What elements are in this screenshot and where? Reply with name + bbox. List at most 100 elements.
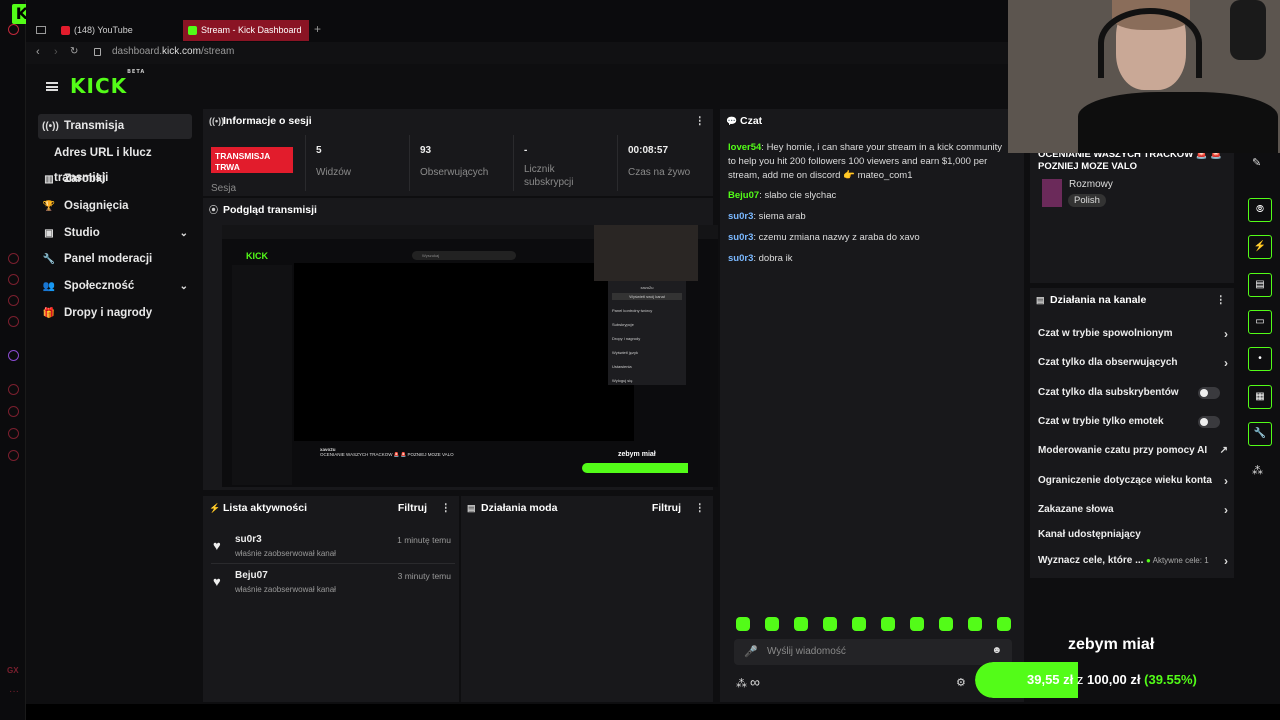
sidebar-item-studio[interactable]: ▣ Studio ⌄: [38, 221, 192, 246]
mail-icon[interactable]: [8, 316, 19, 327]
bolt-icon[interactable]: ⚡: [1248, 235, 1272, 259]
panel-header: ▤ Działania na kanale ⋮: [1030, 288, 1234, 312]
setting-slow-mode[interactable]: Czat w trybie spowolnionym ›: [1038, 323, 1228, 345]
session-label: Sesja: [211, 183, 237, 194]
broadcast-icon: ((•)): [209, 116, 225, 126]
emote-icon[interactable]: [997, 617, 1011, 631]
sidebar-item-osiagniecia[interactable]: 🏆 Osiągnięcia: [38, 194, 192, 219]
hamburger-menu-icon[interactable]: [46, 82, 58, 91]
more-icon[interactable]: ···: [9, 686, 19, 697]
goal-label: zebym miał: [1068, 636, 1155, 653]
settings-icon[interactable]: [8, 450, 19, 461]
more-options-icon[interactable]: ⋮: [1216, 288, 1227, 312]
edit-icon[interactable]: ✎: [1252, 156, 1261, 169]
sidebar-item-dropy[interactable]: 🎁 Dropy i nagrody: [38, 301, 192, 326]
chat-users-icon[interactable]: ⁂: [736, 677, 747, 690]
chat-icon[interactable]: ▭: [1248, 310, 1272, 334]
toggle-switch[interactable]: [1198, 416, 1220, 428]
chevron-right-icon: ›: [1224, 474, 1228, 488]
film-icon: ▣: [44, 228, 54, 239]
channel-actions-panel: ▤ Działania na kanale ⋮ Czat w trybie spow…: [1030, 288, 1234, 578]
more-options-icon[interactable]: ⋮: [695, 496, 706, 520]
toggle-switch[interactable]: [1198, 387, 1220, 399]
back-icon[interactable]: ‹: [36, 46, 40, 58]
stat-viewers: 5 Widzów: [305, 135, 405, 191]
setting-hosting-channel[interactable]: Kanał udostępniający: [1038, 524, 1228, 546]
tab-youtube[interactable]: (148) YouTube: [56, 20, 182, 41]
status-dot: ●: [1146, 556, 1151, 565]
setting-emote-only: Czat w trybie tylko emotek: [1038, 411, 1228, 433]
activity-item: ♥ Beju07 właśnie zaobserwował kanał 3 minut…: [213, 570, 451, 594]
forward-icon[interactable]: ›: [54, 46, 58, 58]
emote-icon[interactable]: [736, 617, 750, 631]
chat-bubble-icon[interactable]: [8, 428, 19, 439]
streamer-shirt: [1078, 92, 1278, 153]
document-icon[interactable]: ▤: [1248, 273, 1272, 297]
url-field[interactable]: dashboard.kick.com/stream: [112, 46, 234, 57]
setting-goals[interactable]: Wyznacz cele, które ... ● Aktywne cele: 1…: [1038, 550, 1228, 572]
setting-account-age[interactable]: Ograniczenie dotyczące wieku konta ›: [1038, 470, 1228, 492]
reload-icon[interactable]: ↻: [70, 46, 78, 57]
broadcast-icon[interactable]: •: [1248, 347, 1272, 371]
users-icon[interactable]: ⁂: [1252, 464, 1263, 477]
panel-header: ⦿ Podgląd transmisji: [203, 198, 713, 222]
setting-followers-only[interactable]: Czat tylko dla obserwujących ›: [1038, 352, 1228, 374]
tool-rail: ✎ ⦾ ⚡ ▤ ▭ • ▦ 🔧 ⁂: [1236, 150, 1280, 490]
opera-icon[interactable]: [8, 24, 19, 35]
stat-live-time: 00:08:57 Czas na żywo: [617, 135, 717, 191]
emote-icon[interactable]: [910, 617, 924, 631]
speed-dial-icon[interactable]: [8, 253, 19, 264]
streamer-headphones: [1098, 8, 1202, 78]
clip-icon[interactable]: ⦾: [1248, 198, 1272, 222]
filter-button[interactable]: Filtruj: [398, 496, 427, 520]
new-tab-button[interactable]: +: [314, 22, 321, 36]
stat-subs: - Licznik subskrypcji: [513, 135, 613, 191]
kick-logo[interactable]: KICKBETA: [70, 69, 145, 98]
more-options-icon[interactable]: ⋮: [441, 496, 452, 520]
gx-icon[interactable]: GX: [7, 666, 19, 675]
category-label[interactable]: Rozmowy: [1069, 179, 1113, 190]
kick-icon: [188, 26, 197, 35]
youtube-icon: [61, 26, 70, 35]
wrench-icon[interactable]: 🔧: [1248, 422, 1272, 446]
chat-message: su0r3: siema arab: [728, 211, 806, 222]
filter-button[interactable]: Filtruj: [652, 496, 681, 520]
emote-icon[interactable]: [968, 617, 982, 631]
setting-ai-moderation[interactable]: Moderowanie czatu przy pomocy AI ↗: [1038, 440, 1228, 462]
trophy-icon: 🏆: [42, 201, 56, 212]
setting-banned-words[interactable]: Zakazane słowa ›: [1038, 499, 1228, 521]
chat-input[interactable]: 🎤 Wyślij wiadomość ☻: [734, 639, 1012, 665]
twitch-icon[interactable]: [8, 350, 19, 361]
chat-message: lover54: Hey homie, i can share your str…: [728, 142, 1003, 181]
chevron-right-icon: ›: [1224, 554, 1228, 568]
emoji-icon[interactable]: ☻: [991, 645, 1002, 656]
sidebar-item-spolecznosc[interactable]: 👥 Społeczność ⌄: [38, 274, 192, 299]
ai-icon[interactable]: [8, 274, 19, 285]
emote-icon[interactable]: [939, 617, 953, 631]
chat-message: su0r3: czemu zmiana nazwy z araba do xav…: [728, 232, 920, 243]
sidebar-item-stream-key[interactable]: Adres URL i klucz transmisji: [38, 141, 202, 184]
stream-preview-video[interactable]: KICK Wyszukaj xavo2u Wyświetl swój kanał…: [222, 225, 718, 487]
browser-sidebar: GX ···: [0, 0, 26, 720]
mic-icon[interactable]: 🎤: [744, 645, 758, 658]
sidebar-nav: ((•)) Transmisja Adres URL i klucz transm…: [26, 106, 202, 706]
sidebar-item-transmisja[interactable]: ((•)) Transmisja: [38, 114, 192, 139]
layout-icon[interactable]: ▦: [1248, 385, 1272, 409]
sidebar-item-zarobki[interactable]: ▥ Zarobki: [38, 167, 192, 192]
emote-icon[interactable]: [823, 617, 837, 631]
emote-icon[interactable]: [794, 617, 808, 631]
sidebar-item-panel-moderacji[interactable]: 🔧 Panel moderacji: [38, 247, 192, 272]
workspace-icon[interactable]: [36, 26, 46, 34]
emote-icon[interactable]: [765, 617, 779, 631]
more-options-icon[interactable]: ⋮: [695, 109, 706, 133]
tab-kick-dashboard[interactable]: Stream - Kick Dashboard: [183, 20, 309, 41]
live-badge: TRANSMISJA TRWA: [211, 147, 293, 173]
chat-panel: 💬 Czat lover54: Hey homie, i can share yo…: [720, 109, 1024, 702]
language-badge: Polish: [1068, 194, 1106, 207]
messenger-icon[interactable]: [8, 295, 19, 306]
chat-settings-icon[interactable]: ⚙: [956, 676, 966, 689]
emote-icon[interactable]: [852, 617, 866, 631]
history-icon[interactable]: [8, 406, 19, 417]
player-icon[interactable]: [8, 384, 19, 395]
emote-icon[interactable]: [881, 617, 895, 631]
